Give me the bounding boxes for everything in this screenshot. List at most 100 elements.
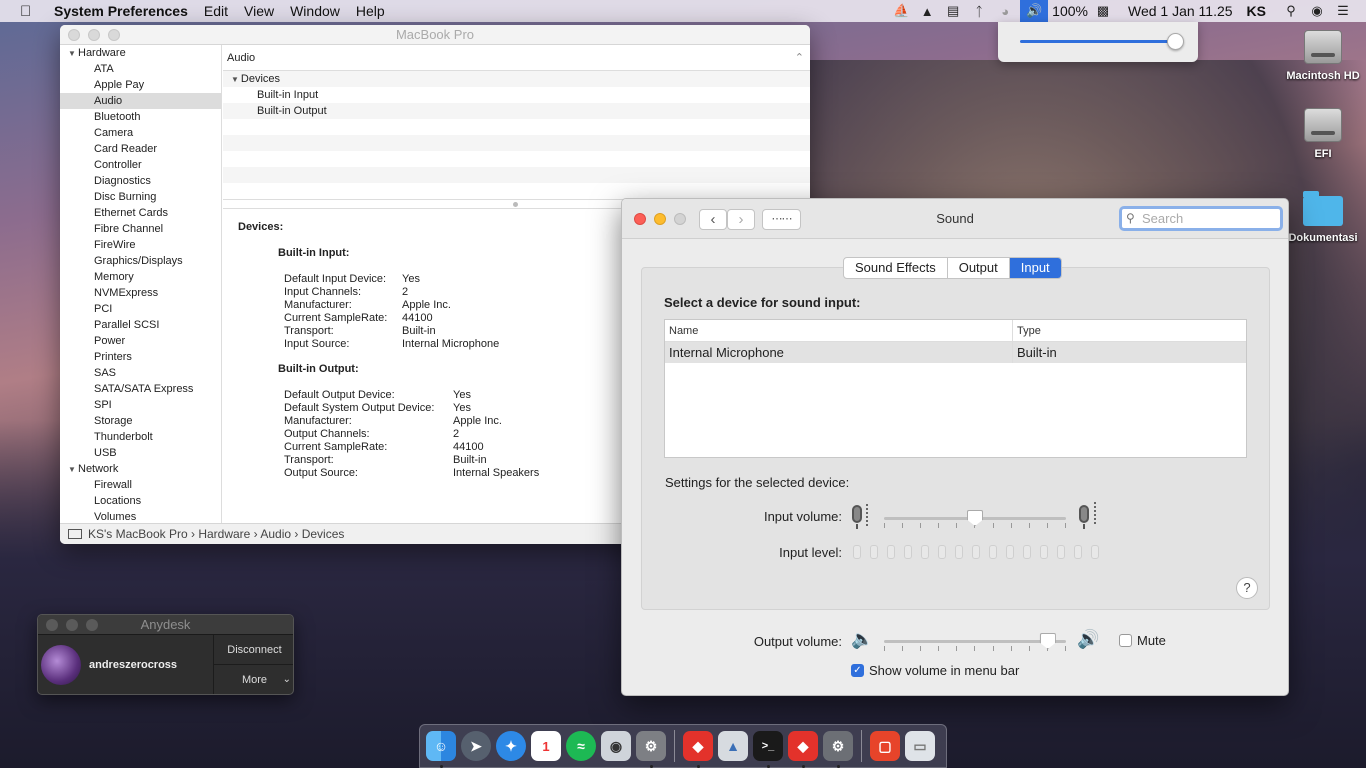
show-all-button[interactable]: ⋯⋯ bbox=[762, 209, 801, 230]
terminal-icon[interactable]: >_ bbox=[753, 731, 783, 768]
show-volume-checkbox[interactable]: ✓ bbox=[851, 664, 864, 677]
sidebar-item-firewall[interactable]: Firewall bbox=[60, 477, 221, 493]
sound-titlebar[interactable]: ‹ › ⋯⋯ Sound ⚲ Search bbox=[622, 199, 1288, 239]
bluetooth-icon[interactable]: ᛏ bbox=[968, 0, 990, 22]
clock[interactable]: Wed 1 Jan 11.25 bbox=[1128, 3, 1233, 19]
trash-icon[interactable]: ▭ bbox=[905, 731, 935, 761]
column-type-header[interactable]: Type bbox=[1013, 320, 1041, 341]
sidebar-item-thunderbolt[interactable]: Thunderbolt bbox=[60, 429, 221, 445]
forward-button[interactable]: › bbox=[727, 209, 755, 230]
search-input[interactable]: ⚲ Search bbox=[1119, 206, 1283, 231]
anydesk-icon[interactable]: ◆ bbox=[683, 731, 713, 768]
system-preferences-icon[interactable]: ⚙ bbox=[636, 731, 666, 768]
close-button[interactable] bbox=[46, 619, 58, 631]
calendar-icon[interactable]: 1 bbox=[531, 731, 561, 761]
siri-icon[interactable]: ◉ bbox=[1306, 0, 1328, 22]
ship-icon[interactable]: ⛵ bbox=[890, 0, 912, 22]
automator-icon[interactable]: ⚙ bbox=[823, 731, 853, 768]
tab-output[interactable]: Output bbox=[948, 258, 1010, 278]
sidebar-group-hardware[interactable]: ▼ Hardware bbox=[60, 45, 221, 61]
sidebar-item-apple-pay[interactable]: Apple Pay bbox=[60, 77, 221, 93]
spotlight-search-icon[interactable]: ⚲ bbox=[1280, 0, 1302, 22]
sidebar-item-volumes[interactable]: Volumes bbox=[60, 509, 221, 523]
menu-window[interactable]: Window bbox=[290, 3, 340, 19]
sidebar-item-memory[interactable]: Memory bbox=[60, 269, 221, 285]
zoom-button[interactable] bbox=[108, 29, 120, 41]
sidebar-item-sas[interactable]: SAS bbox=[60, 365, 221, 381]
list-item[interactable]: Built-in Output bbox=[223, 103, 810, 119]
finder-icon[interactable]: ☺ bbox=[426, 731, 456, 768]
sidebar-item-controller[interactable]: Controller bbox=[60, 157, 221, 173]
disclosure-triangle-icon[interactable]: ▼ bbox=[68, 46, 78, 62]
sidebar-item-sata-sata-express[interactable]: SATA/SATA Express bbox=[60, 381, 221, 397]
desktop-icon-dokumentasi[interactable]: Dokumentasi bbox=[1278, 191, 1366, 244]
sidebar-item-power[interactable]: Power bbox=[60, 333, 221, 349]
sidebar-item-card-reader[interactable]: Card Reader bbox=[60, 141, 221, 157]
desktop-icon-efi[interactable]: EFI bbox=[1278, 108, 1366, 160]
close-button[interactable] bbox=[634, 213, 646, 225]
sidebar-item-graphics-displays[interactable]: Graphics/Displays bbox=[60, 253, 221, 269]
user-menu[interactable]: KS bbox=[1247, 3, 1266, 19]
menu-view[interactable]: View bbox=[244, 3, 274, 19]
desktop-icon-macintosh-hd[interactable]: Macintosh HD bbox=[1278, 30, 1366, 82]
sidebar-item-spi[interactable]: SPI bbox=[60, 397, 221, 413]
help-button[interactable]: ? bbox=[1236, 577, 1258, 599]
launchpad-icon[interactable]: ➤ bbox=[461, 731, 491, 761]
sidebar-item-ata[interactable]: ATA bbox=[60, 61, 221, 77]
sidebar-item-usb[interactable]: USB bbox=[60, 445, 221, 461]
anydesk-titlebar[interactable]: Anydesk bbox=[38, 615, 293, 635]
mute-label[interactable]: Mute bbox=[1137, 633, 1166, 648]
spotify-icon[interactable]: ≈ bbox=[566, 731, 596, 761]
list-group-devices[interactable]: ▼ Devices bbox=[223, 71, 810, 87]
sidebar-item-printers[interactable]: Printers bbox=[60, 349, 221, 365]
minimize-button[interactable] bbox=[88, 29, 100, 41]
volume-icon[interactable]: 🔊 bbox=[1020, 0, 1049, 22]
table-row[interactable]: Internal Microphone Built-in bbox=[665, 342, 1246, 363]
more-button[interactable]: More ⌄ bbox=[214, 665, 293, 694]
app-menu[interactable]: System Preferences bbox=[54, 3, 188, 19]
sidebar-item-audio[interactable]: Audio bbox=[60, 93, 221, 109]
apple-menu-icon[interactable]:  bbox=[20, 3, 40, 20]
column-name-header[interactable]: Name bbox=[665, 320, 1013, 341]
menubar-volume-track[interactable] bbox=[1020, 40, 1176, 43]
app-installer-icon[interactable]: ▲ bbox=[718, 731, 748, 761]
sidebar-item-pci[interactable]: PCI bbox=[60, 301, 221, 317]
sidebar-item-parallel-scsi[interactable]: Parallel SCSI bbox=[60, 317, 221, 333]
menu-help[interactable]: Help bbox=[356, 3, 385, 19]
sidebar-item-storage[interactable]: Storage bbox=[60, 413, 221, 429]
list-item[interactable]: Built-in Input bbox=[223, 87, 810, 103]
mountain-icon[interactable]: ▲ bbox=[916, 0, 938, 22]
sidebar-item-bluetooth[interactable]: Bluetooth bbox=[60, 109, 221, 125]
tab-sound-effects[interactable]: Sound Effects bbox=[844, 258, 948, 278]
sysinfo-titlebar[interactable]: MacBook Pro bbox=[60, 25, 810, 45]
sidebar-item-diagnostics[interactable]: Diagnostics bbox=[60, 173, 221, 189]
sidebar-item-locations[interactable]: Locations bbox=[60, 493, 221, 509]
sidebar-item-fibre-channel[interactable]: Fibre Channel bbox=[60, 221, 221, 237]
sidebar-item-disc-burning[interactable]: Disc Burning bbox=[60, 189, 221, 205]
disclosure-triangle-icon[interactable]: ▼ bbox=[68, 462, 78, 478]
show-volume-label[interactable]: Show volume in menu bar bbox=[869, 663, 1019, 678]
menubar-volume-knob[interactable] bbox=[1167, 33, 1184, 50]
disconnect-button[interactable]: Disconnect bbox=[214, 635, 293, 665]
mute-checkbox[interactable] bbox=[1119, 634, 1132, 647]
sidebar-item-firewire[interactable]: FireWire bbox=[60, 237, 221, 253]
activity-monitor-icon[interactable]: ▤ bbox=[942, 0, 964, 22]
disk-utility-icon[interactable]: ◉ bbox=[601, 731, 631, 761]
notification-center-icon[interactable]: ☰ bbox=[1332, 0, 1354, 22]
sidebar-item-ethernet-cards[interactable]: Ethernet Cards bbox=[60, 205, 221, 221]
back-button[interactable]: ‹ bbox=[699, 209, 727, 230]
sidebar-group-network[interactable]: ▼ Network bbox=[60, 461, 221, 477]
close-button[interactable] bbox=[68, 29, 80, 41]
chevron-up-icon[interactable]: ⌃ bbox=[795, 45, 804, 71]
wifi-icon[interactable]: ◕ bbox=[994, 0, 1016, 22]
office-icon[interactable]: ▢ bbox=[870, 731, 900, 761]
minimize-button[interactable] bbox=[66, 619, 78, 631]
sidebar-item-nvmexpress[interactable]: NVMExpress bbox=[60, 285, 221, 301]
sidebar-item-camera[interactable]: Camera bbox=[60, 125, 221, 141]
minimize-button[interactable] bbox=[654, 213, 666, 225]
safari-icon[interactable]: ✦ bbox=[496, 731, 526, 761]
battery-icon[interactable]: ▩ bbox=[1092, 0, 1114, 22]
disclosure-triangle-icon[interactable]: ▼ bbox=[231, 75, 239, 84]
zoom-button[interactable] bbox=[86, 619, 98, 631]
tab-input[interactable]: Input bbox=[1009, 258, 1061, 278]
